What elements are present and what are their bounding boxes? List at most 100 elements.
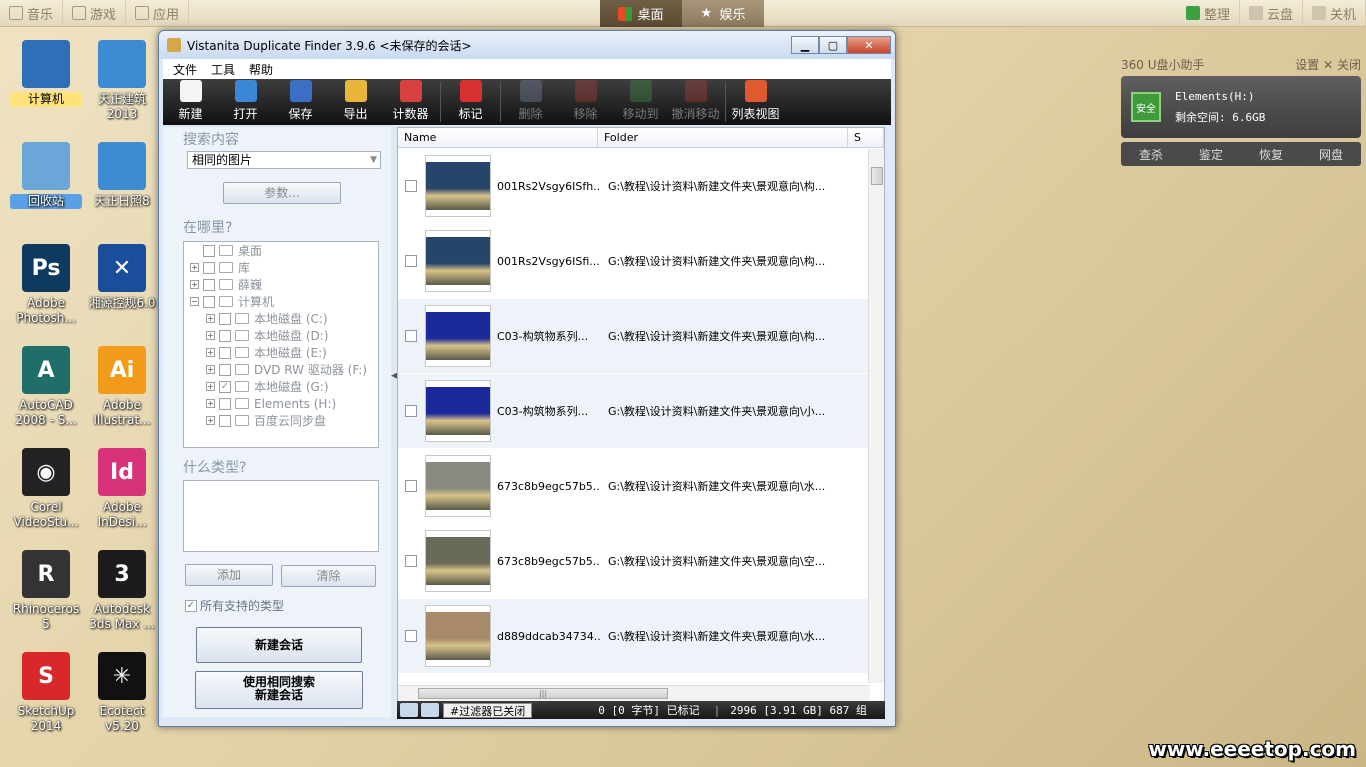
topbar-tab[interactable]: ★ 娱乐 [682,0,764,27]
location-tree[interactable]: 桌面 + 库 + 薛巍 − 计算机 + 本地磁盘 (C:) + 本地磁盘 (D:) + 本地磁盘 (E:… [183,241,379,448]
toolbar-button[interactable]: 标记 [443,80,498,122]
desktop-icon[interactable]: ✕ 湘源控规6.0 [86,244,158,311]
topbar-item[interactable]: 关机 [1303,0,1366,26]
row-checkbox[interactable] [405,480,417,492]
usb-helper-settings-link[interactable]: 设置 [1295,58,1319,72]
clear-types-button[interactable]: 清除 [281,565,376,587]
desktop-icon[interactable]: 天正日照8 [86,142,158,209]
new-session-same-search-button[interactable]: 使用相同搜索 新建会话 [195,671,363,709]
tree-node[interactable]: + 库 [184,259,378,276]
desktop-icon[interactable]: 回收站 [10,142,82,209]
table-row[interactable]: C03-构筑物系列... G:\教程\设计资料\新建文件夹\景观意向\小... [398,374,870,449]
expand-icon[interactable]: + [206,348,215,357]
new-session-button[interactable]: 新建会话 [196,627,362,663]
table-row[interactable]: C03-构筑物系列... G:\教程\设计资料\新建文件夹\景观意向\构... [398,299,870,374]
table-row[interactable]: d889ddcab34734... G:\教程\设计资料\新建文件夹\景观意向\水… [398,599,870,674]
usb-helper-action-button[interactable]: 查杀 [1139,146,1163,163]
expand-icon[interactable]: + [206,399,215,408]
row-checkbox[interactable] [405,255,417,267]
all-types-checkbox[interactable]: ✓ 所有支持的类型 [185,597,284,614]
row-checkbox[interactable] [405,180,417,192]
column-folder[interactable]: Folder [598,128,848,147]
tree-node[interactable]: + ✓ 本地磁盘 (G:) [184,378,378,395]
parameters-button[interactable]: 参数... [223,182,341,204]
toolbar-button[interactable]: 保存 [273,80,328,122]
tree-node-checkbox[interactable] [203,278,215,291]
desktop-icon[interactable]: A AutoCAD 2008 - S... [10,346,82,428]
table-row[interactable]: 673c8b9egc57b5... G:\教程\设计资料\新建文件夹\景观意向\水… [398,449,870,524]
topbar-item[interactable]: 音乐 [0,0,64,26]
menu-item[interactable]: 文件 [173,61,197,78]
toolbar-button[interactable]: 删除 [503,80,558,122]
zoom-in-icon[interactable] [400,703,418,717]
tree-node[interactable]: + 本地磁盘 (D:) [184,327,378,344]
row-checkbox[interactable] [405,555,417,567]
table-row[interactable]: 001Rs2Vsgy6ISfi... G:\教程\设计资料\新建文件夹\景观意向\… [398,224,870,299]
tree-node-checkbox[interactable] [219,397,231,410]
scroll-thumb[interactable]: ||| [418,688,668,699]
desktop-icon[interactable]: 计算机 [10,40,82,107]
expand-icon[interactable]: + [190,263,199,272]
vertical-scrollbar[interactable] [868,149,884,683]
topbar-item[interactable]: 游戏 [63,0,127,26]
filter-toggle-button[interactable]: #过滤器已关闭 [443,702,533,718]
toolbar-button[interactable]: 列表视图 [728,80,783,122]
expand-icon[interactable]: + [206,416,215,425]
toolbar-button[interactable]: 打开 [218,80,273,122]
add-type-button[interactable]: 添加 [185,564,273,586]
row-checkbox[interactable] [405,330,417,342]
tree-node[interactable]: + Elements (H:) [184,395,378,412]
expand-icon[interactable]: + [206,365,215,374]
toolbar-button[interactable]: 移除 [558,80,613,122]
tree-node[interactable]: − 计算机 [184,293,378,310]
tree-node-checkbox[interactable] [219,346,231,359]
toolbar-button[interactable]: 新建 [163,80,218,122]
toolbar-button[interactable]: 导出 [328,80,383,122]
expand-icon[interactable]: + [190,280,199,289]
tree-node-checkbox[interactable] [203,261,215,274]
tree-node-checkbox[interactable] [219,414,231,427]
column-size[interactable]: S [848,128,884,147]
desktop-icon[interactable]: 3 Autodesk 3ds Max ... [86,550,158,632]
usb-helper-action-button[interactable]: 恢复 [1259,146,1283,163]
toolbar-button[interactable]: 撤消移动 [668,80,723,122]
desktop-icon[interactable]: 天正建筑 2013 [86,40,158,122]
tree-node[interactable]: + 本地磁盘 (C:) [184,310,378,327]
expand-icon[interactable]: + [206,314,215,323]
tree-node-checkbox[interactable] [219,363,231,376]
search-icon[interactable] [421,703,439,717]
topbar-item[interactable]: 应用 [126,0,190,26]
row-checkbox[interactable] [405,630,417,642]
tree-node[interactable]: + 百度云同步盘 [184,412,378,429]
desktop-icon[interactable]: Id Adobe InDesi... [86,448,158,530]
column-name[interactable]: Name [398,128,598,147]
desktop-icon[interactable]: Ps Adobe Photosh... [10,244,82,326]
row-checkbox[interactable] [405,405,417,417]
maximize-button[interactable]: ▢ [819,36,847,54]
tree-node[interactable]: + 薛巍 [184,276,378,293]
desktop-icon[interactable]: S SketchUp 2014 [10,652,82,734]
scroll-thumb[interactable] [871,167,883,185]
topbar-item[interactable]: 云盘 [1240,0,1303,26]
desktop-icon[interactable]: ✳ Ecotect v5.20 [86,652,158,734]
minimize-button[interactable]: ▁ [791,36,819,54]
collapse-icon[interactable]: − [190,297,199,306]
usb-helper-close-link[interactable]: 关闭 [1337,58,1361,72]
tree-node-checkbox[interactable]: ✓ [219,380,231,393]
tree-node[interactable]: 桌面 [184,242,378,259]
usb-helper-action-button[interactable]: 网盘 [1319,146,1343,163]
tree-node-checkbox[interactable] [203,295,215,308]
tree-node-checkbox[interactable] [219,312,231,325]
tree-node-checkbox[interactable] [219,329,231,342]
toolbar-button[interactable]: 计数器 [383,80,438,122]
expand-icon[interactable]: + [206,331,215,340]
desktop-icon[interactable]: ◉ Corel VideoStu... [10,448,82,530]
tree-node[interactable]: + DVD RW 驱动器 (F:) [184,361,378,378]
close-button[interactable]: ✕ [847,36,891,54]
horizontal-scrollbar[interactable]: ||| [398,685,870,701]
tree-node-checkbox[interactable] [203,244,215,257]
usb-helper-action-button[interactable]: 鉴定 [1199,146,1223,163]
search-type-select[interactable]: 相同的图片 ▼ [187,151,381,169]
table-row[interactable]: 001Rs2Vsgy6ISfh... G:\教程\设计资料\新建文件夹\景观意向\… [398,149,870,224]
window-titlebar[interactable]: Vistanita Duplicate Finder 3.9.6 <未保存的会话… [159,31,895,59]
